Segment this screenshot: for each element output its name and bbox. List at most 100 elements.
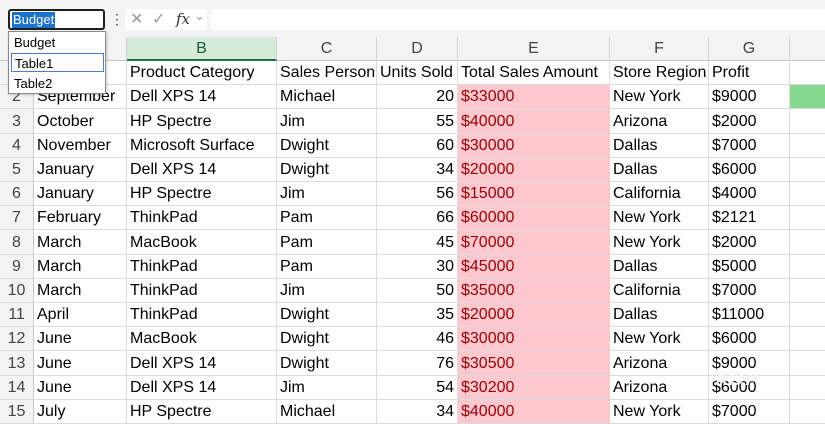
- data-cell[interactable]: California: [610, 182, 709, 206]
- data-cell[interactable]: April: [34, 303, 127, 327]
- row-header[interactable]: 8: [0, 230, 34, 255]
- data-cell[interactable]: Arizona: [610, 351, 709, 376]
- data-cell[interactable]: $2121: [709, 206, 790, 230]
- column-header-d[interactable]: D: [377, 37, 458, 61]
- data-cell[interactable]: 30: [377, 255, 458, 279]
- data-cell[interactable]: $6000: [709, 327, 790, 351]
- row-header[interactable]: 12: [0, 327, 34, 351]
- data-cell[interactable]: Dallas: [610, 134, 709, 158]
- data-cell[interactable]: July: [34, 400, 127, 424]
- data-cell[interactable]: Jim: [277, 109, 377, 134]
- data-cell[interactable]: Dwight: [277, 134, 377, 158]
- empty-cell[interactable]: [790, 134, 825, 158]
- data-cell[interactable]: Dwight: [277, 158, 377, 182]
- row-header[interactable]: 9: [0, 255, 34, 279]
- data-cell[interactable]: $15000: [458, 182, 610, 206]
- data-cell[interactable]: $6000: [709, 158, 790, 182]
- header-cell[interactable]: Product Category: [127, 61, 277, 85]
- row-header[interactable]: 10: [0, 279, 34, 303]
- row-header[interactable]: 3: [0, 109, 34, 134]
- data-cell[interactable]: Dell XPS 14: [127, 376, 277, 400]
- data-cell[interactable]: ThinkPad: [127, 206, 277, 230]
- empty-cell[interactable]: [790, 206, 825, 230]
- data-cell[interactable]: $4000: [709, 182, 790, 206]
- data-cell[interactable]: October: [34, 109, 127, 134]
- empty-cell[interactable]: [790, 255, 825, 279]
- data-cell[interactable]: $33000: [458, 85, 610, 109]
- data-cell[interactable]: Dallas: [610, 158, 709, 182]
- data-cell[interactable]: New York: [610, 230, 709, 255]
- header-cell[interactable]: Total Sales Amount: [458, 61, 610, 85]
- data-cell[interactable]: $7000: [709, 134, 790, 158]
- data-cell[interactable]: $5000: [709, 255, 790, 279]
- data-cell[interactable]: $11000: [709, 303, 790, 327]
- data-cell[interactable]: Jim: [277, 182, 377, 206]
- data-cell[interactable]: HP Spectre: [127, 182, 277, 206]
- data-cell[interactable]: $30500: [458, 351, 610, 376]
- name-box-value[interactable]: Budget: [12, 12, 56, 28]
- data-cell[interactable]: 35: [377, 303, 458, 327]
- row-header[interactable]: 5: [0, 158, 34, 182]
- data-cell[interactable]: ThinkPad: [127, 279, 277, 303]
- row-header[interactable]: 6: [0, 182, 34, 206]
- data-cell[interactable]: Michael: [277, 400, 377, 424]
- data-cell[interactable]: 50: [377, 279, 458, 303]
- data-cell[interactable]: New York: [610, 85, 709, 109]
- data-cell[interactable]: $70000: [458, 230, 610, 255]
- data-cell[interactable]: 46: [377, 327, 458, 351]
- data-cell[interactable]: $35000: [458, 279, 610, 303]
- data-cell[interactable]: Arizona: [610, 376, 709, 400]
- data-cell[interactable]: 76: [377, 351, 458, 376]
- data-cell[interactable]: January: [34, 182, 127, 206]
- data-cell[interactable]: June: [34, 327, 127, 351]
- data-cell[interactable]: MacBook: [127, 230, 277, 255]
- column-header-f[interactable]: F: [610, 37, 709, 61]
- column-header-h[interactable]: [790, 37, 825, 61]
- data-cell[interactable]: Dallas: [610, 255, 709, 279]
- data-cell[interactable]: $20000: [458, 158, 610, 182]
- data-cell[interactable]: $30200: [458, 376, 610, 400]
- data-cell[interactable]: 56: [377, 182, 458, 206]
- data-cell[interactable]: $40000: [458, 109, 610, 134]
- data-cell[interactable]: November: [34, 134, 127, 158]
- data-cell[interactable]: Michael: [277, 85, 377, 109]
- data-cell[interactable]: 34: [377, 400, 458, 424]
- data-cell[interactable]: June: [34, 351, 127, 376]
- dropdown-item-table2[interactable]: Table2: [11, 74, 104, 93]
- header-cell[interactable]: Profit: [709, 61, 790, 85]
- data-cell[interactable]: $2000: [709, 230, 790, 255]
- data-cell[interactable]: $30000: [458, 134, 610, 158]
- enter-icon[interactable]: ✓: [152, 9, 165, 30]
- data-cell[interactable]: 45: [377, 230, 458, 255]
- row-header[interactable]: 7: [0, 206, 34, 230]
- data-cell[interactable]: MacBook: [127, 327, 277, 351]
- formula-input[interactable]: [211, 9, 825, 30]
- data-cell[interactable]: California: [610, 279, 709, 303]
- data-cell[interactable]: Pam: [277, 206, 377, 230]
- row-header[interactable]: 13: [0, 351, 34, 376]
- data-cell[interactable]: 60: [377, 134, 458, 158]
- empty-cell[interactable]: [790, 400, 825, 424]
- empty-cell[interactable]: [790, 158, 825, 182]
- cancel-icon[interactable]: ✕: [130, 9, 143, 30]
- insert-function-icon[interactable]: fx: [176, 9, 190, 30]
- data-cell[interactable]: 54: [377, 376, 458, 400]
- data-cell[interactable]: Pam: [277, 230, 377, 255]
- data-cell[interactable]: HP Spectre: [127, 109, 277, 134]
- data-cell[interactable]: $45000: [458, 255, 610, 279]
- data-cell[interactable]: Arizona: [610, 109, 709, 134]
- data-cell[interactable]: New York: [610, 400, 709, 424]
- column-header-g[interactable]: G: [709, 37, 790, 61]
- row-header[interactable]: 15: [0, 400, 34, 424]
- data-cell[interactable]: Dell XPS 14: [127, 85, 277, 109]
- header-cell[interactable]: Sales Person: [277, 61, 377, 85]
- column-header-b[interactable]: B: [127, 37, 277, 61]
- empty-cell[interactable]: [790, 351, 825, 376]
- data-cell[interactable]: $7000: [709, 400, 790, 424]
- data-cell[interactable]: $20000: [458, 303, 610, 327]
- data-cell[interactable]: 34: [377, 158, 458, 182]
- name-box[interactable]: Budget: [8, 9, 105, 30]
- data-cell[interactable]: $30000: [458, 327, 610, 351]
- column-header-e[interactable]: E: [458, 37, 610, 61]
- empty-cell[interactable]: [790, 279, 825, 303]
